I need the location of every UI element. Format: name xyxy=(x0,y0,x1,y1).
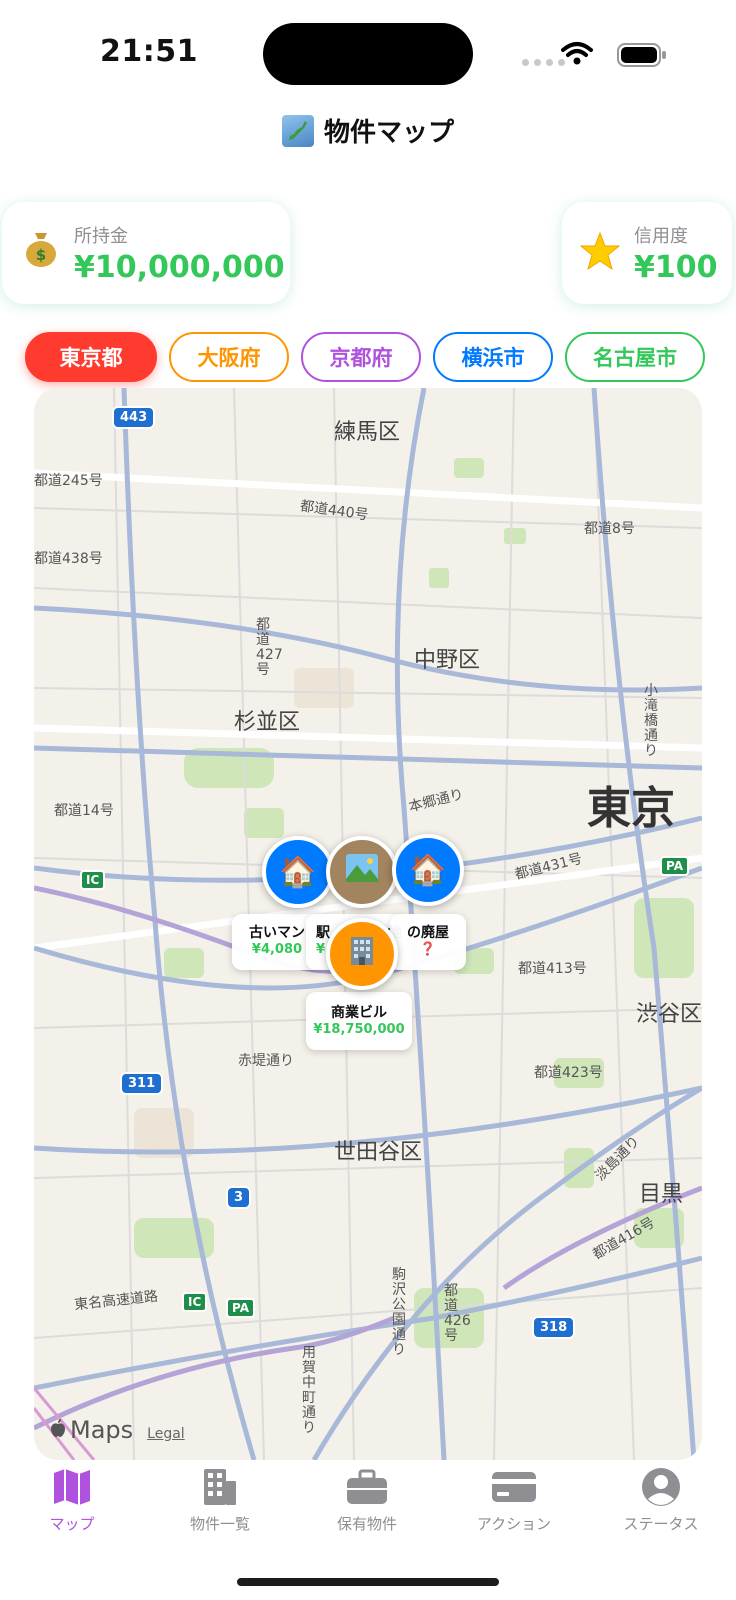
briefcase-icon xyxy=(347,1469,387,1504)
property-pin[interactable] xyxy=(326,836,398,908)
parking-area-marker: PA xyxy=(226,1298,255,1318)
office-building-icon xyxy=(348,935,376,973)
district-label: 中野区 xyxy=(414,648,481,673)
city-chip-nagoya[interactable]: 名古屋市 xyxy=(565,332,705,382)
district-label: 渋谷区 xyxy=(636,1002,702,1027)
svg-text:$: $ xyxy=(36,246,46,264)
tab-status[interactable]: ステータス xyxy=(601,1467,721,1534)
credit-card: 信用度 ¥100 xyxy=(562,202,732,304)
city-chip-kyoto[interactable]: 京都府 xyxy=(301,332,421,382)
photo-icon xyxy=(345,853,379,891)
tab-label: マップ xyxy=(49,1515,95,1533)
road-label: 都道438号 xyxy=(34,551,103,567)
route-shield: 3 xyxy=(226,1186,252,1209)
maps-brand: Maps xyxy=(70,1416,134,1444)
city-chip-osaka[interactable]: 大阪府 xyxy=(169,332,289,382)
money-card: $ 所持金 ¥10,000,000 xyxy=(2,202,290,304)
money-value: ¥10,000,000 xyxy=(74,249,285,285)
battery-icon xyxy=(617,43,666,67)
road-label: 都道423号 xyxy=(534,1065,603,1081)
district-label: 練馬区 xyxy=(334,420,401,445)
district-label: 目黒 xyxy=(639,1182,684,1207)
property-map[interactable]: 練馬区 中野区 杉並区 東京 渋谷区 世田谷区 目黒 都道245号 都道440号… xyxy=(34,388,702,1460)
interchange-marker: IC xyxy=(80,870,106,890)
wifi-icon xyxy=(561,42,593,65)
map-icon xyxy=(54,1469,90,1505)
legal-link[interactable]: Legal xyxy=(147,1426,185,1442)
japan-map-icon xyxy=(281,114,314,147)
building-icon xyxy=(204,1469,236,1505)
property-pin[interactable]: 🏠 xyxy=(262,836,334,908)
road-label: 都道14号 xyxy=(54,803,114,819)
district-label: 世田谷区 xyxy=(334,1140,423,1165)
road-label: 都道427号 xyxy=(256,617,283,678)
road-label: 用賀中町通り xyxy=(302,1345,316,1436)
tab-label: 保有物件 xyxy=(336,1515,397,1533)
route-shield: 318 xyxy=(532,1316,576,1339)
maps-attribution: Maps Legal xyxy=(50,1416,185,1444)
road-label: 都道8号 xyxy=(584,521,635,537)
apple-logo-icon xyxy=(51,1419,65,1437)
tab-properties[interactable]: 物件一覧 xyxy=(160,1467,280,1534)
tab-label: ステータス xyxy=(623,1515,699,1533)
home-indicator[interactable] xyxy=(237,1578,499,1586)
interchange-marker: IC xyxy=(182,1292,208,1312)
money-bag-icon: $ xyxy=(24,230,58,276)
page-header: 物件マップ xyxy=(0,112,736,149)
tab-map[interactable]: マップ xyxy=(12,1467,132,1534)
tab-owned[interactable]: 保有物件 xyxy=(307,1467,427,1534)
city-chip-yokohama[interactable]: 横浜市 xyxy=(433,332,553,382)
tab-action[interactable]: アクション xyxy=(454,1467,574,1534)
parking-area-marker: PA xyxy=(660,856,689,876)
road-label: 都道413号 xyxy=(518,961,587,977)
star-icon xyxy=(579,231,621,275)
property-callout[interactable]: の廃屋 ❓ xyxy=(390,914,466,970)
city-selector: 東京都 大阪府 京都府 横浜市 名古屋市 xyxy=(25,332,705,382)
person-icon xyxy=(642,1468,680,1506)
house-icon: 🏠 xyxy=(279,854,317,890)
credit-label: 信用度 xyxy=(634,225,688,247)
page-title: 物件マップ xyxy=(323,118,454,148)
district-label: 杉並区 xyxy=(234,710,301,735)
road-label: 都道426号 xyxy=(444,1283,471,1344)
property-pin[interactable] xyxy=(326,918,398,990)
route-shield: 443 xyxy=(112,406,156,429)
road-label: 赤堤通り xyxy=(238,1053,294,1069)
district-label: 東京 xyxy=(587,783,675,834)
property-pin[interactable]: 🏠 xyxy=(392,834,464,906)
property-callout[interactable]: 商業ビル ¥18,750,000 xyxy=(306,992,412,1050)
card-icon xyxy=(492,1472,536,1502)
city-chip-tokyo[interactable]: 東京都 xyxy=(25,332,157,382)
road-label: 駒沢公園通り xyxy=(392,1267,406,1358)
tab-label: 物件一覧 xyxy=(189,1515,250,1533)
tab-label: アクション xyxy=(476,1515,552,1533)
status-time: 21:51 xyxy=(100,34,198,69)
credit-value: ¥100 xyxy=(634,249,718,285)
route-shield: 311 xyxy=(120,1072,164,1095)
dynamic-island xyxy=(263,23,473,85)
money-label: 所持金 xyxy=(74,225,128,247)
road-label: 都道245号 xyxy=(34,473,103,489)
house-icon: 🏠 xyxy=(409,852,447,888)
cellular-signal-icon xyxy=(522,59,565,66)
road-label: 小滝橋通り xyxy=(644,683,658,759)
